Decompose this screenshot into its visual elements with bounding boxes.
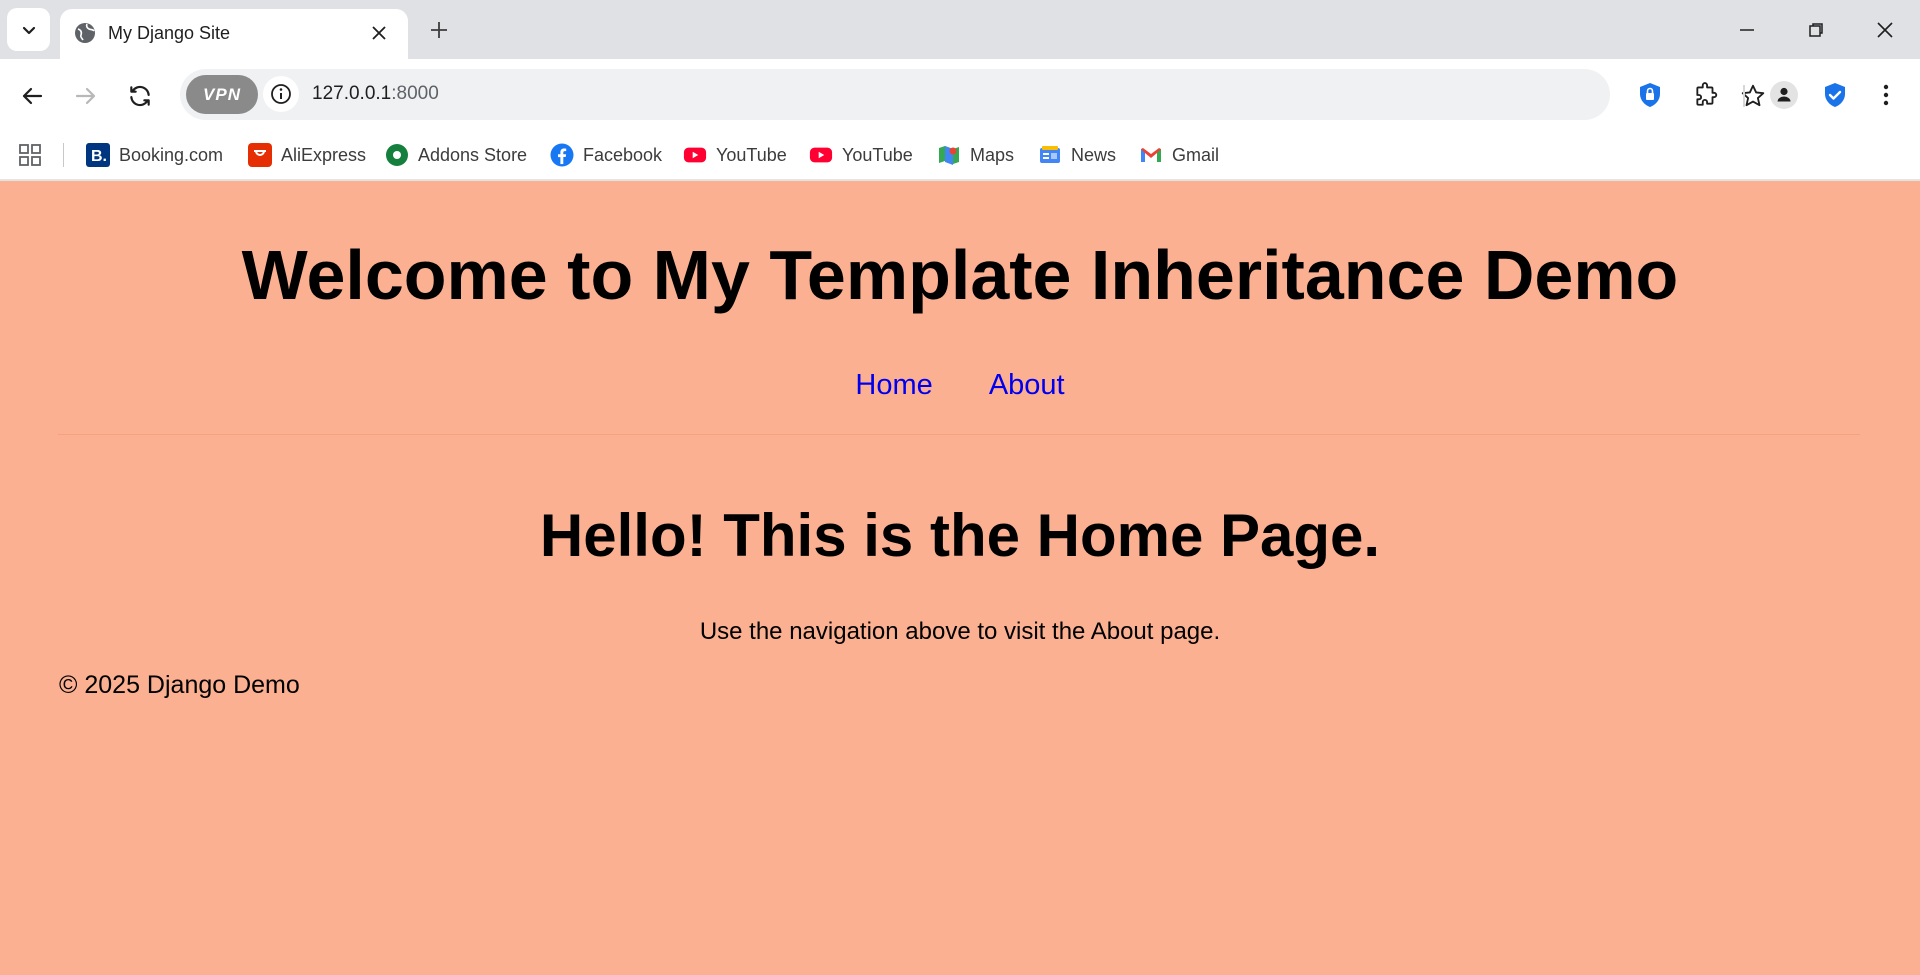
nav-home-link[interactable]: Home [855, 369, 932, 401]
url-host: 127.0.0.1 [312, 83, 392, 104]
bookmark-booking[interactable]: B. Booking.com [86, 140, 223, 170]
youtube-icon [683, 143, 707, 167]
bookmark-youtube-1[interactable]: YouTube [683, 140, 787, 170]
youtube-icon [809, 143, 833, 167]
news-icon [1038, 143, 1062, 167]
shield-lock-icon [1640, 83, 1660, 107]
apps-grid-icon[interactable] [18, 143, 42, 167]
tab-strip: My Django Site [0, 0, 1920, 59]
bookmark-addons-store[interactable]: Addons Store [385, 140, 527, 170]
header-divider [58, 434, 1860, 435]
info-icon [271, 84, 291, 104]
profile-icon [1770, 81, 1798, 109]
more-vert-icon [1883, 84, 1889, 106]
content-heading: Hello! This is the Home Page. [539, 502, 1381, 569]
bookmark-label: Addons Store [418, 144, 528, 165]
bookmark-label: AliExpress [281, 144, 367, 165]
site-info-button[interactable] [263, 76, 299, 112]
svg-text:B.: B. [91, 148, 107, 165]
tab-title: My Django Site [108, 23, 231, 43]
bookmark-facebook[interactable]: Facebook [550, 140, 662, 170]
bookmarks-bar: B. Booking.com AliExpress Addons Store F… [0, 131, 1920, 181]
addons-store-icon [385, 143, 409, 167]
profile-button[interactable] [1764, 75, 1804, 115]
bookmark-label: News [1071, 144, 1117, 165]
tab-close-button[interactable] [366, 20, 392, 46]
bookmark-label: YouTube [716, 144, 787, 165]
plus-icon [431, 22, 447, 38]
minimize-button[interactable] [1724, 14, 1770, 46]
vpn-toggle[interactable]: VPN [186, 75, 258, 114]
extensions-button[interactable] [1686, 75, 1726, 115]
bookmark-gmail[interactable]: Gmail [1139, 140, 1219, 170]
url-port: :8000 [391, 83, 439, 104]
vpn-label: VPN [203, 84, 241, 104]
bookmark-label: Gmail [1172, 144, 1220, 165]
nav-about-link[interactable]: About [989, 369, 1065, 401]
page-title: Welcome to My Template Inheritance Demo [241, 236, 1679, 314]
content-paragraph: Use the navigation above to visit the Ab… [699, 618, 1221, 645]
maps-icon [937, 143, 961, 167]
aliexpress-icon [248, 143, 272, 167]
address-bar[interactable]: VPN 127.0.0.1:8000 [180, 69, 1765, 120]
url-text[interactable]: 127.0.0.1:8000 [312, 83, 439, 105]
menu-button[interactable] [1866, 75, 1906, 115]
tab-search-button[interactable] [7, 8, 50, 51]
back-button[interactable] [13, 77, 51, 115]
arrow-right-icon [75, 87, 96, 105]
reload-icon [130, 85, 150, 107]
forward-button[interactable] [67, 77, 105, 115]
footer-text: © 2025 Django Demo [59, 671, 300, 699]
restore-button[interactable] [1793, 14, 1839, 46]
facebook-icon [550, 143, 574, 167]
bookmark-maps[interactable]: Maps [937, 140, 1014, 170]
booking-icon: B. [86, 143, 110, 167]
bookmarks-divider [63, 143, 64, 167]
bookmark-label: Facebook [583, 144, 663, 165]
site-nav: Home About [0, 369, 1920, 402]
web-page: Welcome to My Template Inheritance Demo … [0, 181, 1920, 975]
toolbar-divider [1743, 85, 1745, 107]
globe-icon [75, 23, 95, 43]
bookmark-label: YouTube [842, 144, 913, 165]
reload-button[interactable] [121, 77, 159, 115]
password-manager-extension[interactable] [1630, 75, 1670, 115]
close-icon [1877, 22, 1893, 38]
bookmark-label: Maps [970, 144, 1015, 165]
bookmark-label: Booking.com [119, 144, 224, 165]
close-window-button[interactable] [1862, 14, 1908, 46]
active-tab[interactable]: My Django Site [60, 9, 408, 59]
bookmark-youtube-2[interactable]: YouTube [809, 140, 913, 170]
shield-check-icon [1825, 83, 1845, 107]
puzzle-icon [1696, 82, 1718, 106]
restore-icon [1809, 23, 1823, 37]
new-tab-button[interactable] [424, 15, 454, 45]
chevron-down-icon [22, 26, 35, 34]
bookmark-news[interactable]: News [1038, 140, 1116, 170]
close-icon [372, 26, 386, 40]
gmail-icon [1139, 143, 1163, 167]
security-extension[interactable] [1815, 75, 1855, 115]
arrow-left-icon [22, 87, 43, 105]
minimize-icon [1740, 29, 1754, 31]
bookmark-aliexpress[interactable]: AliExpress [248, 140, 366, 170]
browser-toolbar: VPN 127.0.0.1:8000 [0, 59, 1920, 131]
